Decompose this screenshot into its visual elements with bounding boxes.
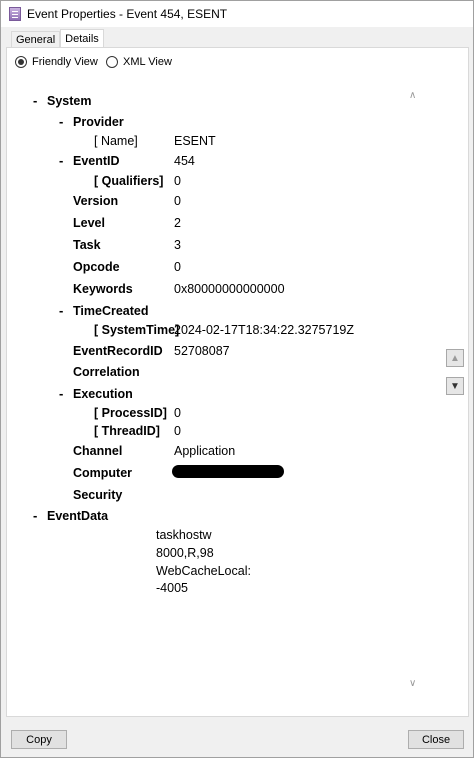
eventdata-line: -4005 [156, 581, 188, 595]
eventdata-node[interactable]: EventData [47, 509, 108, 523]
channel-value: Application [174, 444, 236, 458]
title-bar: Event Properties - Event 454, ESENT [1, 1, 473, 27]
qualifiers-value: 0 [174, 174, 181, 188]
friendly-view-option[interactable]: Friendly View [15, 56, 98, 68]
event-properties-window: Event Properties - Event 454, ESENT Gene… [0, 0, 474, 758]
copy-button[interactable]: Copy [11, 730, 67, 749]
eventid-value: 454 [174, 154, 195, 168]
scroll-up-arrow-icon[interactable]: ∧ [409, 90, 416, 101]
eventrecordid-value: 52708087 [174, 344, 230, 358]
channel-key: Channel [73, 444, 123, 458]
name-key-text: [ Name] [94, 134, 138, 148]
xml-view-option[interactable]: XML View [106, 56, 172, 68]
opcode-key: Opcode [73, 260, 120, 274]
name-key: [ Name] [94, 134, 138, 148]
correlation-key: Correlation [73, 365, 140, 379]
collapse-system-icon[interactable]: - [33, 93, 37, 108]
version-key: Version [73, 194, 119, 208]
close-button[interactable]: Close [408, 730, 464, 749]
tab-details[interactable]: Details [60, 29, 104, 47]
friendly-view-label: Friendly View [32, 56, 98, 68]
execution-node[interactable]: Execution [73, 387, 133, 401]
tab-general[interactable]: General [11, 31, 61, 48]
provider-node[interactable]: Provider [73, 115, 124, 129]
version-value: 0 [174, 194, 181, 208]
xml-view-label: XML View [123, 56, 172, 68]
eventid-node[interactable]: EventID [73, 154, 120, 168]
level-key: Level [73, 216, 105, 230]
systemtime-value: 2024-02-17T18:34:22.3275719Z [174, 323, 355, 337]
next-event-button[interactable]: ▼ [446, 377, 464, 395]
level-value: 2 [174, 216, 181, 230]
previous-event-button[interactable]: ▲ [446, 349, 464, 367]
qualifiers-key: [ Qualifiers] [94, 174, 164, 188]
security-key: Security [73, 488, 123, 502]
eventdata-line: WebCacheLocal: [156, 564, 251, 578]
collapse-execution-icon[interactable]: - [59, 386, 63, 401]
system-node[interactable]: System [47, 94, 91, 108]
window-title: Event Properties - Event 454, ESENT [27, 7, 228, 21]
friendly-view-radio[interactable] [15, 56, 27, 68]
eventdata-line: taskhostw [156, 528, 212, 542]
collapse-provider-icon[interactable]: - [59, 114, 63, 129]
keywords-key: Keywords [73, 282, 133, 296]
arrow-up-icon: ▲ [450, 352, 460, 364]
task-key: Task [73, 238, 101, 252]
threadid-value: 0 [174, 424, 181, 438]
xml-view-radio[interactable] [106, 56, 118, 68]
arrow-down-icon: ▼ [450, 380, 460, 392]
scroll-down-arrow-icon[interactable]: ∨ [409, 678, 416, 689]
timecreated-node[interactable]: TimeCreated [73, 304, 149, 318]
computer-key: Computer [73, 466, 133, 480]
opcode-value: 0 [174, 260, 181, 274]
computer-value-redacted [172, 465, 284, 478]
name-value: ESENT [174, 134, 216, 148]
systemtime-key: [ SystemTime] [94, 323, 180, 337]
collapse-timecreated-icon[interactable]: - [59, 303, 63, 318]
task-value: 3 [174, 238, 181, 252]
collapse-eventdata-icon[interactable]: - [33, 508, 37, 523]
eventrecordid-key: EventRecordID [73, 344, 163, 358]
collapse-eventid-icon[interactable]: - [59, 153, 63, 168]
processid-value: 0 [174, 406, 181, 420]
tab-strip: General Details [11, 29, 104, 48]
threadid-key: [ ThreadID] [94, 424, 160, 438]
keywords-value: 0x80000000000000 [174, 282, 285, 296]
eventdata-line: 8000,R,98 [156, 546, 214, 560]
event-viewer-app-icon [9, 7, 21, 21]
processid-key: [ ProcessID] [94, 406, 167, 420]
